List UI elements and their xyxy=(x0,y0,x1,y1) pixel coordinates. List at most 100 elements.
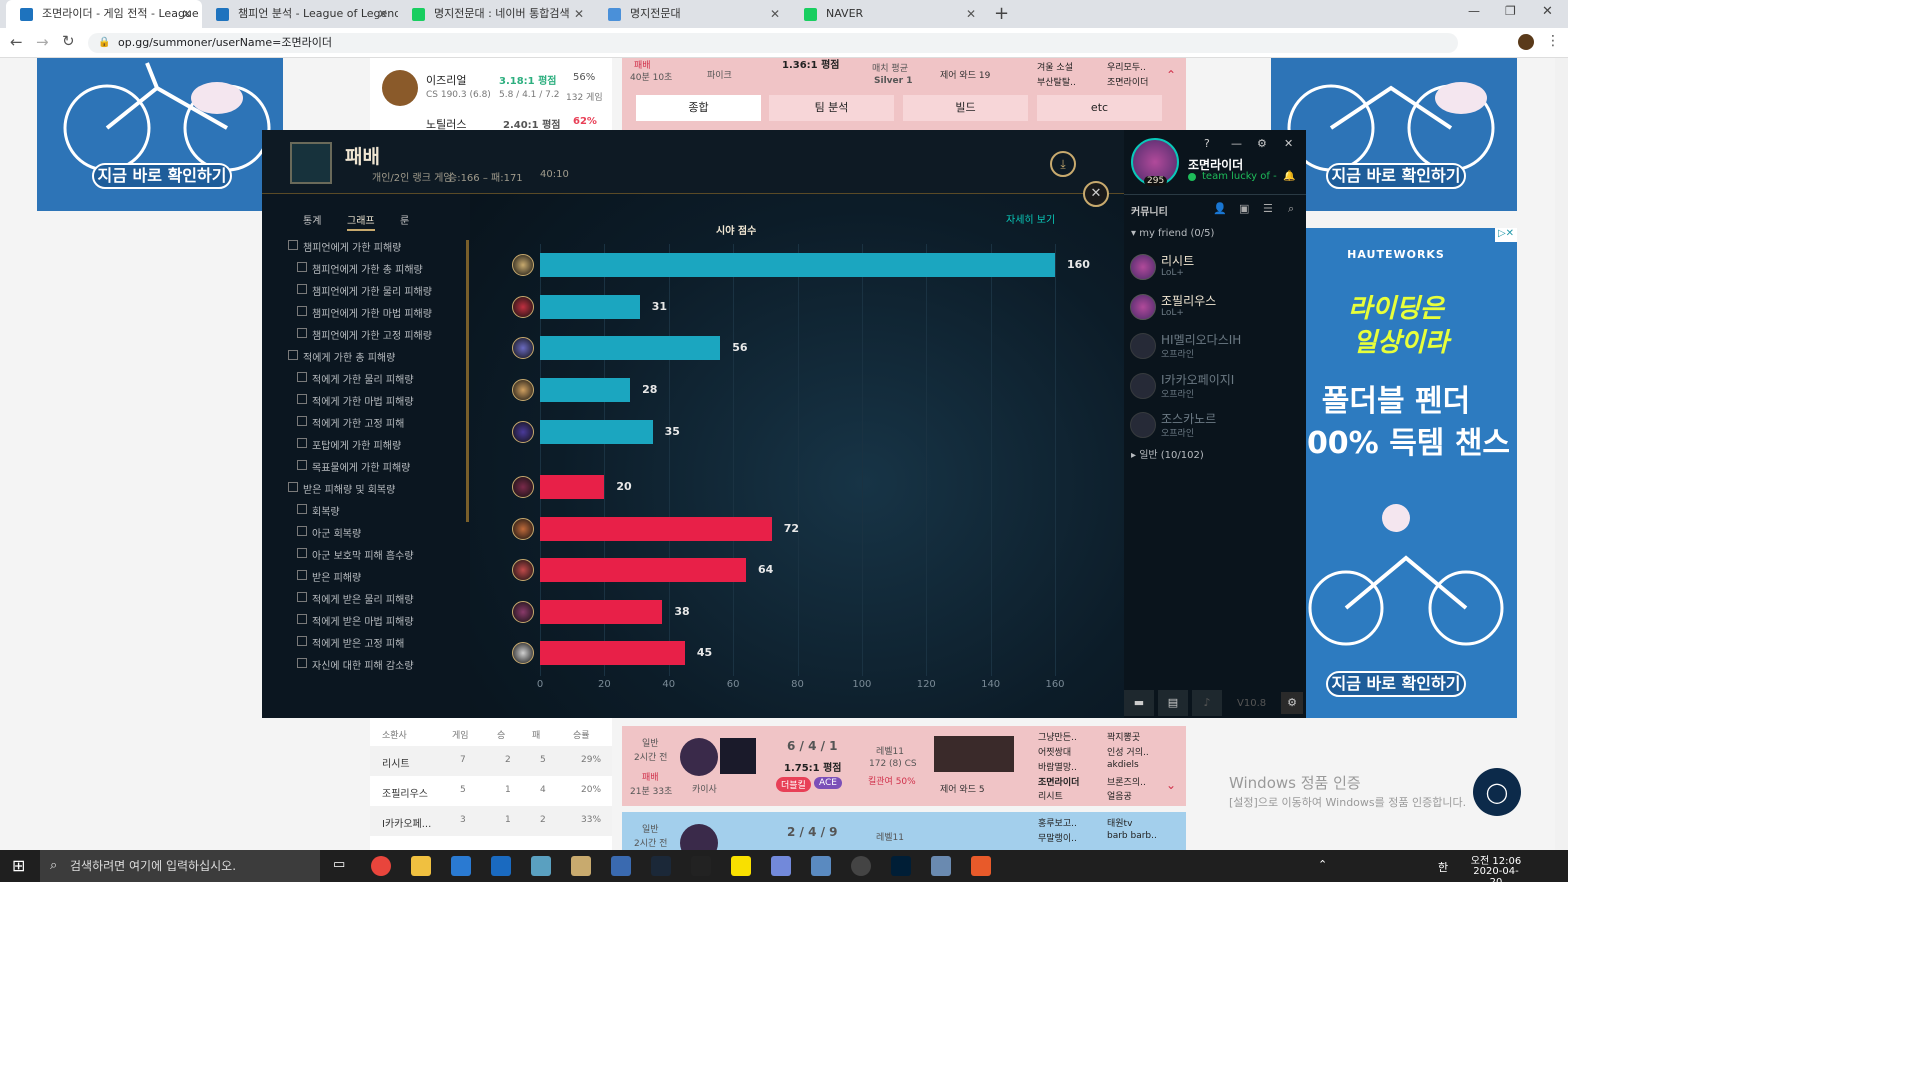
close-window-button[interactable]: ✕ xyxy=(1542,4,1553,19)
photoshop-taskbar-icon[interactable] xyxy=(891,856,911,876)
checkbox[interactable] xyxy=(297,548,307,558)
close-tab-icon[interactable]: ✕ xyxy=(770,0,780,28)
tab-opgg-summoner[interactable]: 조면라이더 - 게임 전적 - League ✕ xyxy=(6,0,202,28)
stat-option[interactable]: 챔피언에게 가한 물리 피해량 xyxy=(297,283,467,298)
task-view-icon[interactable]: ▭ xyxy=(333,857,345,872)
app-taskbar-icon[interactable] xyxy=(611,856,631,876)
chat-icon[interactable]: ▬ xyxy=(1124,690,1154,716)
checkbox[interactable] xyxy=(297,394,307,404)
media-player-taskbar-icon[interactable] xyxy=(971,856,991,876)
stat-option[interactable]: 적에게 가한 마법 피해량 xyxy=(297,393,467,408)
close-icon[interactable]: ✕ xyxy=(1083,181,1109,207)
stat-option[interactable]: 포탑에게 가한 피해량 xyxy=(297,437,467,452)
table-row[interactable]: I카카오페... 3 1 2 33% xyxy=(370,806,612,836)
terminal-taskbar-icon[interactable] xyxy=(691,856,711,876)
stat-option[interactable]: 적에게 받은 고정 피해 xyxy=(297,635,467,650)
stat-option[interactable]: 적에게 가한 물리 피해량 xyxy=(297,371,467,386)
stat-option[interactable]: 챔피언에게 가한 총 피해량 xyxy=(297,261,467,276)
table-header-2[interactable]: 승 xyxy=(497,728,505,741)
close-icon[interactable]: ✕ xyxy=(1284,137,1293,150)
explorer-taskbar-icon[interactable] xyxy=(411,856,431,876)
checkbox[interactable] xyxy=(297,460,307,470)
mission-icon[interactable]: ▤ xyxy=(1158,690,1188,716)
match-summary-card[interactable]: 패배 40분 10초 파이크 1.36:1 평점 매치 평균 Silver 1 … xyxy=(622,58,1186,130)
minimize-window-button[interactable]: — xyxy=(1468,4,1480,18)
table-row[interactable]: 조필리우스 5 1 4 20% xyxy=(370,776,612,806)
minimize-icon[interactable]: — xyxy=(1231,137,1242,150)
new-tab-button[interactable]: + xyxy=(994,3,1009,24)
friend-row[interactable]: HI멜리오다스IH 오프라인 xyxy=(1130,329,1300,365)
close-tab-icon[interactable]: ✕ xyxy=(574,0,584,28)
stat-option[interactable]: 회복량 xyxy=(297,503,467,518)
stat-option[interactable]: 적에게 받은 물리 피해량 xyxy=(297,591,467,606)
checkbox[interactable] xyxy=(297,570,307,580)
app-taskbar-icon[interactable] xyxy=(531,856,551,876)
tab-runes[interactable]: 룬 xyxy=(400,212,409,227)
table-header-1[interactable]: 게임 xyxy=(452,728,469,741)
adchoices-close-icon[interactable]: ▷✕ xyxy=(1495,228,1517,242)
table-header-3[interactable]: 패 xyxy=(532,728,540,741)
forward-arrow-icon[interactable]: → xyxy=(36,33,49,51)
clock-time[interactable]: 오전 12:06 xyxy=(1468,852,1524,867)
download-icon[interactable]: ⤓ xyxy=(1050,151,1076,177)
obs-taskbar-icon[interactable] xyxy=(851,856,871,876)
see-more-link[interactable]: 자세히 보기 xyxy=(1006,211,1055,226)
stat-option[interactable]: 챔피언에게 가한 마법 피해량 xyxy=(297,305,467,320)
stat-option[interactable]: 적에게 받은 마법 피해량 xyxy=(297,613,467,628)
stat-option[interactable]: 받은 피해량 및 회복량 xyxy=(288,481,458,496)
friend-row[interactable]: 조필리우스 LoL+ xyxy=(1130,290,1300,326)
clock-date[interactable]: 2020-04-20 xyxy=(1468,866,1524,888)
checkbox[interactable] xyxy=(297,504,307,514)
address-bar[interactable]: 🔒 op.gg/summoner/userName=조면라이더 xyxy=(88,33,1458,53)
checkbox[interactable] xyxy=(297,658,307,668)
right-top-banner-ad[interactable]: 지금 바로 확인하기 xyxy=(1271,58,1517,211)
scrollbar[interactable] xyxy=(466,240,469,522)
champion-portrait[interactable] xyxy=(512,254,534,276)
list-icon[interactable]: ☰ xyxy=(1263,202,1273,215)
tab-champion-analysis[interactable]: 챔피언 분석 - League of Legends ✕ xyxy=(202,0,398,28)
stat-option[interactable]: 적에게 가한 총 피해량 xyxy=(288,349,458,364)
windows-start-icon[interactable]: ⊞ xyxy=(12,856,25,875)
champion-portrait[interactable] xyxy=(512,421,534,443)
page-scrollbar[interactable] xyxy=(1555,58,1568,850)
tab-overview[interactable]: 종합 xyxy=(636,95,761,121)
ad-cta-button[interactable]: 지금 바로 확인하기 xyxy=(1326,163,1466,189)
stat-option[interactable]: 챔피언에게 가한 피해량 xyxy=(288,239,458,254)
champion-portrait[interactable] xyxy=(512,601,534,623)
store-taskbar-icon[interactable] xyxy=(451,856,471,876)
stat-option[interactable]: 자신에 대한 피해 감소량 xyxy=(297,657,467,672)
champion-portrait[interactable] xyxy=(512,559,534,581)
stat-option[interactable]: 적에게 가한 고정 피해 xyxy=(297,415,467,430)
checkbox[interactable] xyxy=(297,372,307,382)
discord-taskbar-icon[interactable] xyxy=(771,856,791,876)
search-icon[interactable]: ⌕ xyxy=(1288,202,1294,216)
tab-myongji[interactable]: 명지전문대 ✕ xyxy=(594,0,790,28)
microphone-icon[interactable]: ♪ xyxy=(1192,690,1222,716)
league-client-taskbar-icon[interactable] xyxy=(571,856,591,876)
checkbox[interactable] xyxy=(297,262,307,272)
champion-portrait[interactable] xyxy=(512,518,534,540)
match-card-2[interactable]: 일반 2시간 전 2 / 4 / 9 레벨11 홍루보고.. 무말랭이.. 태원… xyxy=(622,812,1186,850)
taskbar-search-box[interactable]: ⌕ 검색하려면 여기에 입력하십시오. xyxy=(40,850,320,882)
help-icon[interactable]: ? xyxy=(1204,137,1210,150)
checkbox[interactable] xyxy=(297,636,307,646)
checkbox[interactable] xyxy=(288,240,298,250)
champion-portrait[interactable] xyxy=(512,642,534,664)
add-folder-icon[interactable]: ▣ xyxy=(1239,202,1249,215)
stat-option[interactable]: 목표물에게 가한 피해량 xyxy=(297,459,467,474)
close-tab-icon[interactable]: ✕ xyxy=(378,0,388,28)
champion-portrait[interactable] xyxy=(512,296,534,318)
chat-support-icon[interactable]: ◯ xyxy=(1473,768,1521,816)
stat-option[interactable]: 아군 보호막 피해 흡수량 xyxy=(297,547,467,562)
checkbox[interactable] xyxy=(297,328,307,338)
add-friend-icon[interactable]: 👤 xyxy=(1213,202,1227,215)
champion-portrait[interactable] xyxy=(512,379,534,401)
tab-etc[interactable]: etc xyxy=(1037,95,1162,121)
stat-option[interactable]: 받은 피해량 xyxy=(297,569,467,584)
checkbox[interactable] xyxy=(297,526,307,536)
bell-icon[interactable]: 🔔 xyxy=(1283,171,1295,182)
ad-cta-button[interactable]: 지금 바로 확인하기 xyxy=(1326,671,1466,697)
chrome-taskbar-icon[interactable] xyxy=(371,856,391,876)
close-tab-icon[interactable]: ✕ xyxy=(182,0,192,28)
champion-portrait[interactable] xyxy=(512,337,534,359)
